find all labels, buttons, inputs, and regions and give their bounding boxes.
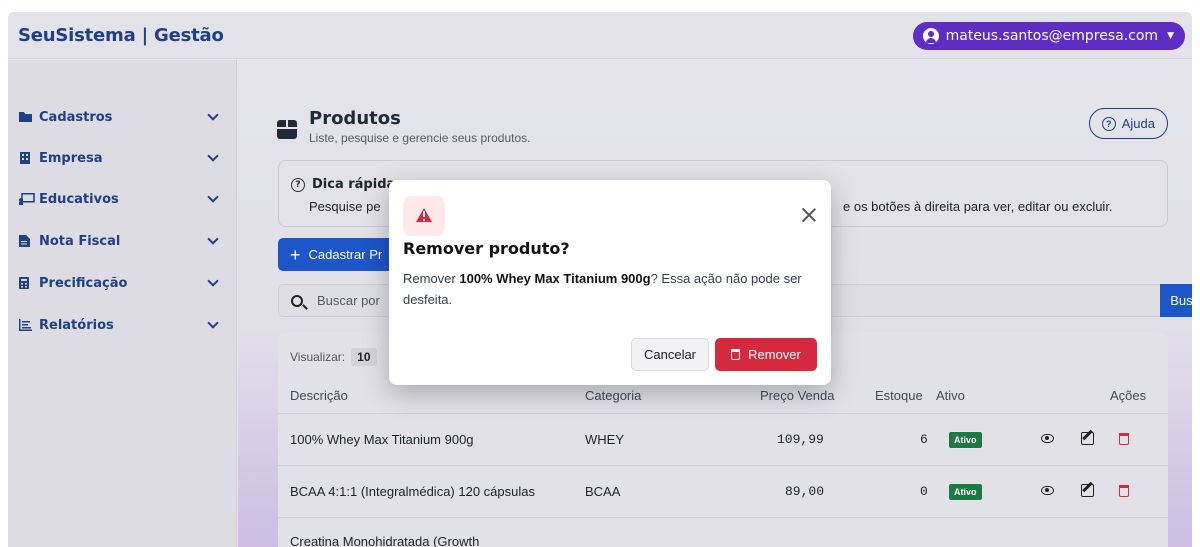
cancel-button[interactable]: Cancelar	[631, 338, 709, 371]
dialog-message-prefix: Remover	[403, 271, 460, 286]
close-icon[interactable]	[800, 206, 818, 224]
remove-button-label: Remover	[748, 347, 801, 362]
trash-icon	[731, 349, 741, 360]
dialog-message: Remover 100% Whey Max Titanium 900g? Ess…	[403, 268, 823, 310]
remove-product-dialog: Remover produto? Remover 100% Whey Max T…	[389, 180, 831, 385]
remove-button[interactable]: Remover	[715, 338, 817, 371]
warning-icon	[403, 196, 445, 236]
dialog-product-name: 100% Whey Max Titanium 900g	[459, 271, 651, 286]
dialog-title: Remover produto?	[403, 239, 570, 258]
